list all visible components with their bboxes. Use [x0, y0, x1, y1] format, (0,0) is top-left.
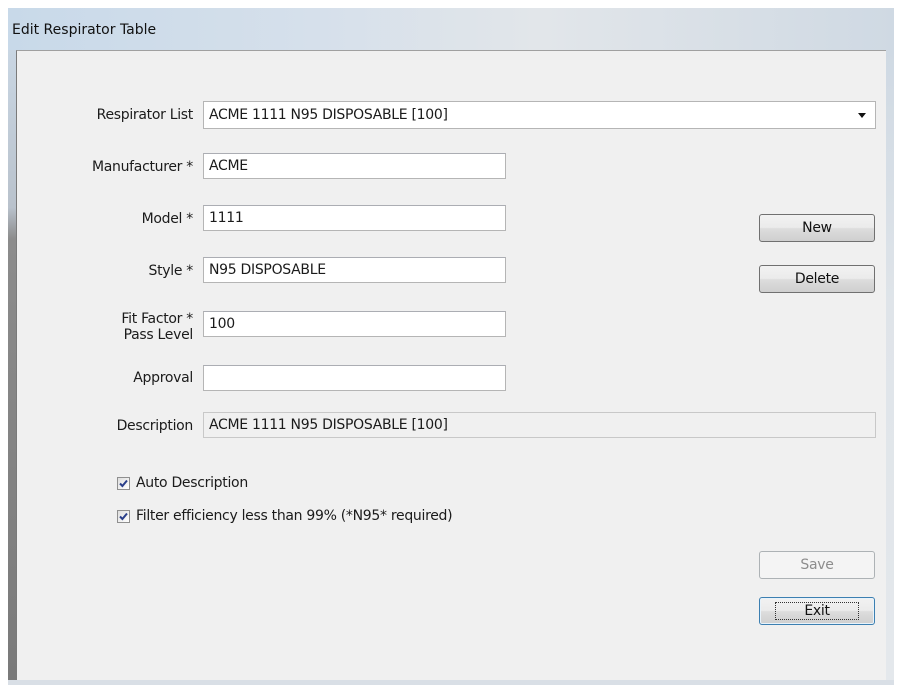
- description-label: Description: [116, 418, 194, 434]
- model-label: Model *: [141, 211, 194, 227]
- style-label: Style *: [148, 263, 193, 279]
- filter-efficiency-checkbox[interactable]: [117, 510, 130, 523]
- title-bar[interactable]: Edit Respirator Table: [8, 8, 894, 50]
- description-field: ACME 1111 N95 DISPOSABLE [100]: [203, 412, 876, 438]
- manufacturer-field[interactable]: ACME: [203, 153, 506, 179]
- window-frame-right: [886, 50, 894, 680]
- auto-description-checkbox[interactable]: [117, 477, 130, 490]
- window-frame-left: [8, 50, 16, 680]
- delete-button[interactable]: Delete: [759, 265, 875, 293]
- window-frame-bottom: [8, 680, 894, 685]
- chevron-down-icon[interactable]: [858, 113, 866, 118]
- manufacturer-label: Manufacturer *: [91, 159, 193, 175]
- respirator-list-dropdown[interactable]: ACME 1111 N95 DISPOSABLE [100]: [203, 101, 876, 129]
- window-title: Edit Respirator Table: [12, 22, 157, 38]
- approval-label: Approval: [133, 370, 193, 386]
- style-field[interactable]: N95 DISPOSABLE: [203, 257, 506, 283]
- edit-respirator-window: Edit Respirator Table Respirator List AC…: [0, 0, 906, 685]
- fit-factor-field[interactable]: 100: [203, 311, 506, 337]
- respirator-list-selected: ACME 1111 N95 DISPOSABLE [100]: [209, 107, 448, 123]
- save-button[interactable]: Save: [759, 551, 875, 579]
- exit-button[interactable]: Exit: [759, 597, 875, 625]
- exit-button-label: Exit: [775, 602, 859, 620]
- checkmark-icon: [119, 479, 128, 488]
- fit-factor-label-line1: Fit Factor *: [121, 311, 193, 327]
- auto-description-label[interactable]: Auto Description: [136, 475, 248, 491]
- approval-field[interactable]: [203, 365, 506, 391]
- checkmark-icon: [119, 512, 128, 521]
- fit-factor-label-line2: Pass Level: [123, 327, 194, 343]
- respirator-list-label: Respirator List: [96, 107, 194, 123]
- fit-factor-label: Fit Factor * Pass Level: [60, 311, 193, 343]
- model-field[interactable]: 1111: [203, 205, 506, 231]
- filter-efficiency-label[interactable]: Filter efficiency less than 99% (*N95* r…: [136, 508, 453, 524]
- new-button[interactable]: New: [759, 214, 875, 242]
